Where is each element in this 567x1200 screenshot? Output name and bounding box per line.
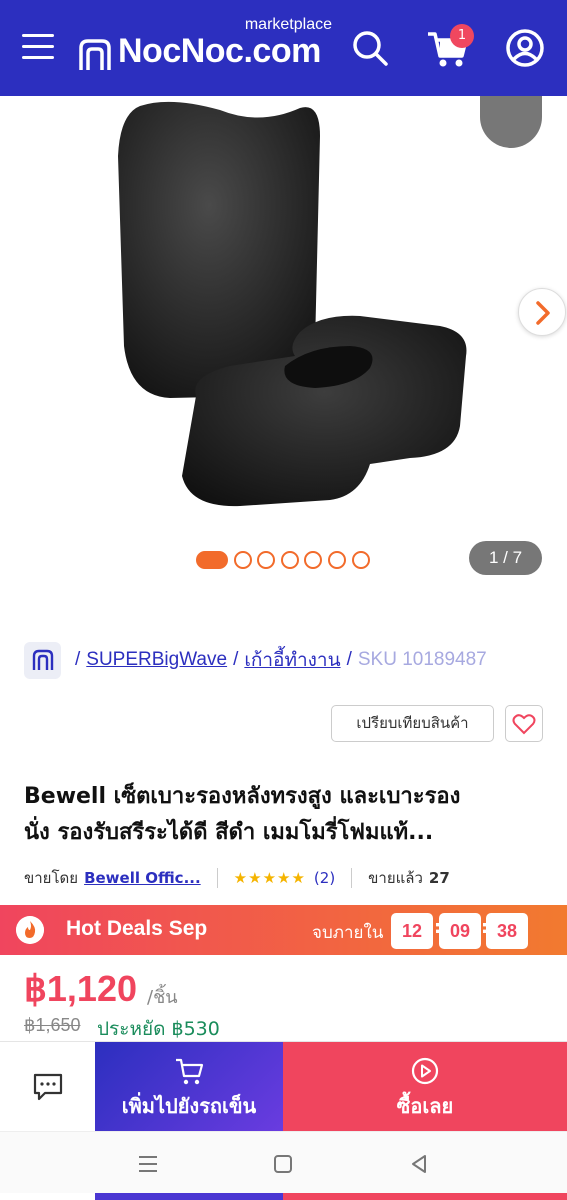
wishlist-button[interactable] xyxy=(505,705,543,742)
play-circle-icon xyxy=(411,1057,439,1085)
home-button[interactable] xyxy=(24,641,61,679)
bottom-strip-cart xyxy=(95,1193,283,1200)
countdown-seconds: 38 xyxy=(486,913,528,949)
buy-now-label: ซื้อเลย xyxy=(396,1094,454,1118)
user-icon[interactable] xyxy=(505,28,545,68)
hamburger-icon[interactable] xyxy=(22,34,54,60)
gallery-pagination xyxy=(196,550,375,570)
next-image-button[interactable] xyxy=(518,288,566,336)
buy-now-button[interactable]: ซื้อเลย xyxy=(283,1042,567,1132)
rating-stars: ★★★★★ xyxy=(233,869,306,887)
breadcrumb-item[interactable]: เก้าอี้ทำงาน xyxy=(244,645,340,675)
review-count-link[interactable]: (2) xyxy=(314,869,335,887)
breadcrumb: / SUPERBigWave / เก้าอี้ทำงาน / SKU 1018… xyxy=(24,641,487,679)
gallery-dot[interactable] xyxy=(327,551,346,569)
product-sku: SKU 10189487 xyxy=(357,649,487,670)
chat-button[interactable] xyxy=(0,1042,95,1132)
sold-label: ขายแล้ว xyxy=(368,869,423,887)
add-to-cart-label: เพิ่มไปยังรถเข็น xyxy=(121,1094,257,1118)
flame-icon xyxy=(16,916,44,944)
nocnoc-logo-icon xyxy=(79,39,111,70)
breadcrumb-separator: / xyxy=(75,649,81,670)
search-icon[interactable] xyxy=(350,28,390,68)
cart-icon xyxy=(176,1058,204,1085)
add-to-cart-button[interactable]: เพิ่มไปยังรถเข็น xyxy=(95,1042,283,1132)
divider xyxy=(351,868,353,888)
hot-deals-banner: Hot Deals Sep จบภายใน 12 : 09 : 38 xyxy=(0,905,567,955)
gallery-dot[interactable] xyxy=(257,551,276,569)
home-nav-icon[interactable] xyxy=(271,1152,295,1176)
sold-by-label: ขายโดย xyxy=(24,869,79,887)
savings-amount: ประหยัด ฿530 xyxy=(97,1018,220,1040)
brand-name: NocNoc.com xyxy=(118,32,321,70)
purchase-action-bar: เพิ่มไปยังรถเข็น ซื้อเลย xyxy=(0,1041,567,1132)
product-title-line: Bewell เซ็ตเบาะรองหลังทรงสูง และเบาะรอง xyxy=(24,784,461,809)
product-title-line: นั่ง รองรับสรีระได้ดี สีดำ เมมโมรี่โฟมแท… xyxy=(24,820,434,845)
gallery-dot[interactable] xyxy=(280,551,299,569)
gallery-dot[interactable] xyxy=(304,551,323,569)
breadcrumb-separator: / xyxy=(233,649,239,670)
breadcrumb-separator: / xyxy=(346,649,352,670)
sold-count: 27 xyxy=(428,869,450,887)
gallery-dot[interactable] xyxy=(196,551,228,569)
chevron-right-icon xyxy=(536,301,550,325)
divider xyxy=(216,868,218,888)
product-image[interactable] xyxy=(110,96,490,516)
brand-logo-link[interactable]: marketplace NocNoc.com xyxy=(78,14,340,74)
countdown-hours: 12 xyxy=(391,913,433,949)
cart-count-badge: 1 xyxy=(450,24,474,48)
back-icon[interactable] xyxy=(407,1152,431,1176)
compare-products-button[interactable]: เปรียบเทียบสินค้า xyxy=(331,705,494,742)
recent-apps-icon[interactable] xyxy=(136,1152,160,1176)
current-price: ฿1,120 xyxy=(24,968,137,1009)
breadcrumb-item[interactable]: SUPERBigWave xyxy=(86,649,227,671)
gallery-dot[interactable] xyxy=(351,551,370,569)
seller-link[interactable]: Bewell Offic... xyxy=(84,869,201,887)
system-nav-bar xyxy=(0,1131,567,1193)
heart-icon xyxy=(512,713,536,734)
original-price: ฿1,650 xyxy=(24,1015,81,1035)
home-icon xyxy=(32,649,53,670)
chat-icon xyxy=(33,1073,62,1101)
gallery-dot[interactable] xyxy=(233,551,252,569)
bottom-strip-buy xyxy=(283,1193,567,1200)
deal-title: Hot Deals Sep xyxy=(66,917,208,940)
product-title: Bewell เซ็ตเบาะรองหลังทรงสูง และเบาะรอง … xyxy=(24,779,544,851)
top-header: marketplace NocNoc.com 1 xyxy=(0,0,567,96)
price-unit: /ชิ้น xyxy=(147,987,178,1008)
deal-ends-label: จบภายใน xyxy=(312,923,384,943)
countdown-minutes: 09 xyxy=(439,913,481,949)
seller-info-row: ขายโดย Bewell Offic... ★★★★★ (2) ขายแล้ว… xyxy=(24,866,450,890)
image-counter: 1 / 7 xyxy=(469,541,542,575)
